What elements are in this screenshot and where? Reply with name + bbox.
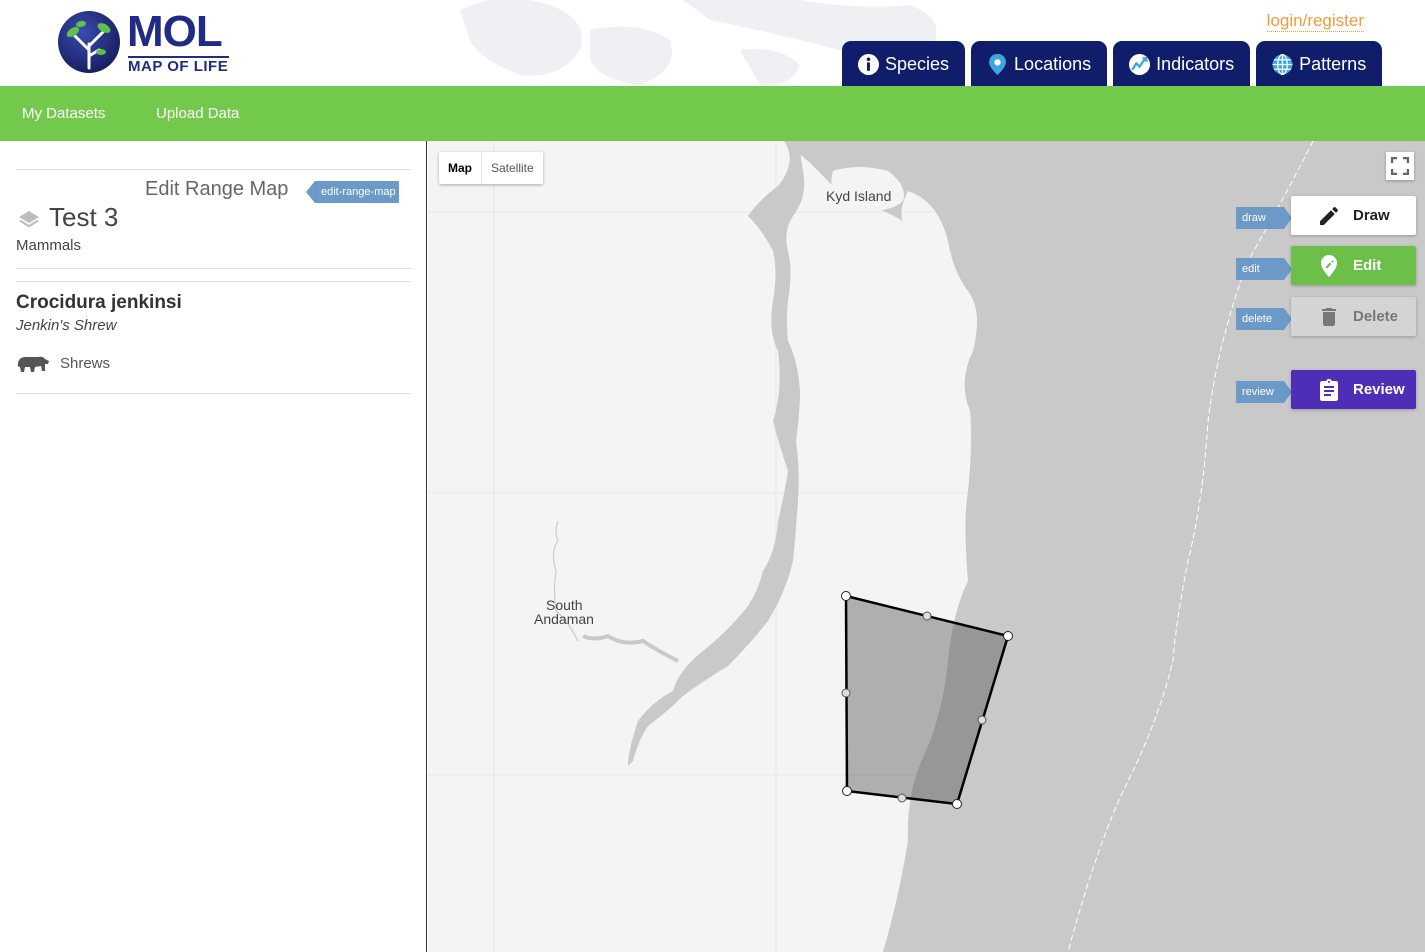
map-type-map-button[interactable]: Map (439, 152, 481, 184)
pencil-icon (1320, 206, 1338, 225)
draw-button[interactable]: Draw (1291, 196, 1416, 235)
review-button[interactable]: Review (1291, 370, 1416, 409)
edit-tag: edit (1236, 258, 1292, 280)
dataset-title: Test 3 (49, 202, 119, 232)
tab-label: Species (885, 54, 950, 74)
location-pin-icon (989, 54, 1006, 75)
divider (16, 268, 411, 269)
delete-button[interactable]: Delete (1291, 297, 1416, 336)
trend-chart-icon (1129, 54, 1151, 75)
species-group: Shrews (60, 355, 111, 372)
edit-range-map-tag: edit-range-map (306, 181, 399, 203)
mammal-silhouette-icon (17, 356, 49, 372)
map-type-satellite-button[interactable]: Satellite (482, 152, 543, 184)
tab-label: Indicators (1156, 54, 1235, 74)
logo-subtext: MAP OF LIFE (128, 56, 229, 75)
info-icon (858, 54, 879, 75)
main-nav: Species Locations Indicators Patterns (842, 41, 1383, 86)
draw-label: Draw (1353, 207, 1390, 224)
review-label: Review (1353, 381, 1405, 398)
fullscreen-button[interactable] (1386, 152, 1414, 180)
tab-indicators[interactable]: Indicators (1113, 41, 1251, 86)
globe-icon (1272, 54, 1293, 75)
review-tag: review (1236, 381, 1292, 403)
map-type-control: Map Satellite (439, 152, 543, 184)
logo-text: MOL (127, 7, 223, 56)
tab-label: Locations (1014, 54, 1092, 74)
species-scientific-name: Crocidura jenkinsi (16, 292, 182, 313)
tab-locations[interactable]: Locations (971, 41, 1108, 86)
edit-pin-icon (1321, 254, 1337, 277)
divider (16, 393, 411, 394)
map-label-south: South (546, 597, 583, 613)
divider (16, 169, 411, 170)
edit-label: Edit (1353, 257, 1382, 274)
trash-icon (1322, 307, 1336, 326)
login-register-link[interactable]: login/register (1266, 11, 1364, 32)
tab-species[interactable]: Species (842, 41, 966, 86)
divider (16, 281, 411, 282)
sub-navigation: My Datasets Upload Data (0, 86, 1425, 141)
tab-label: Patterns (1299, 54, 1367, 74)
layers-icon (19, 211, 39, 228)
dataset-group: Mammals (16, 237, 82, 254)
delete-tag: delete (1236, 308, 1292, 330)
clipboard-icon (1320, 378, 1338, 401)
fullscreen-icon (1391, 157, 1409, 175)
header: MOL MAP OF LIFE login/register Species L… (0, 0, 1425, 86)
species-common-name: Jenkin's Shrew (16, 317, 117, 334)
mol-logo[interactable]: MOL MAP OF LIFE (57, 10, 237, 76)
upload-data-link[interactable]: Upload Data (156, 105, 239, 122)
my-datasets-link[interactable]: My Datasets (22, 105, 105, 122)
map-label-andaman: Andaman (534, 611, 594, 627)
edit-button[interactable]: Edit (1291, 246, 1416, 285)
tab-patterns[interactable]: Patterns (1256, 41, 1383, 86)
map-label-kyd-island: Kyd Island (826, 188, 892, 204)
panel-heading: Edit Range Map (145, 178, 289, 200)
range-map-panel: Edit Range Map edit-range-map Test 3 Mam… (0, 141, 427, 952)
delete-label: Delete (1353, 308, 1399, 325)
draw-tag: draw (1236, 207, 1292, 229)
mol-globe-logo-icon (58, 11, 120, 73)
map-canvas[interactable]: Kyd Island South Andaman Map Satellite d… (428, 141, 1425, 952)
